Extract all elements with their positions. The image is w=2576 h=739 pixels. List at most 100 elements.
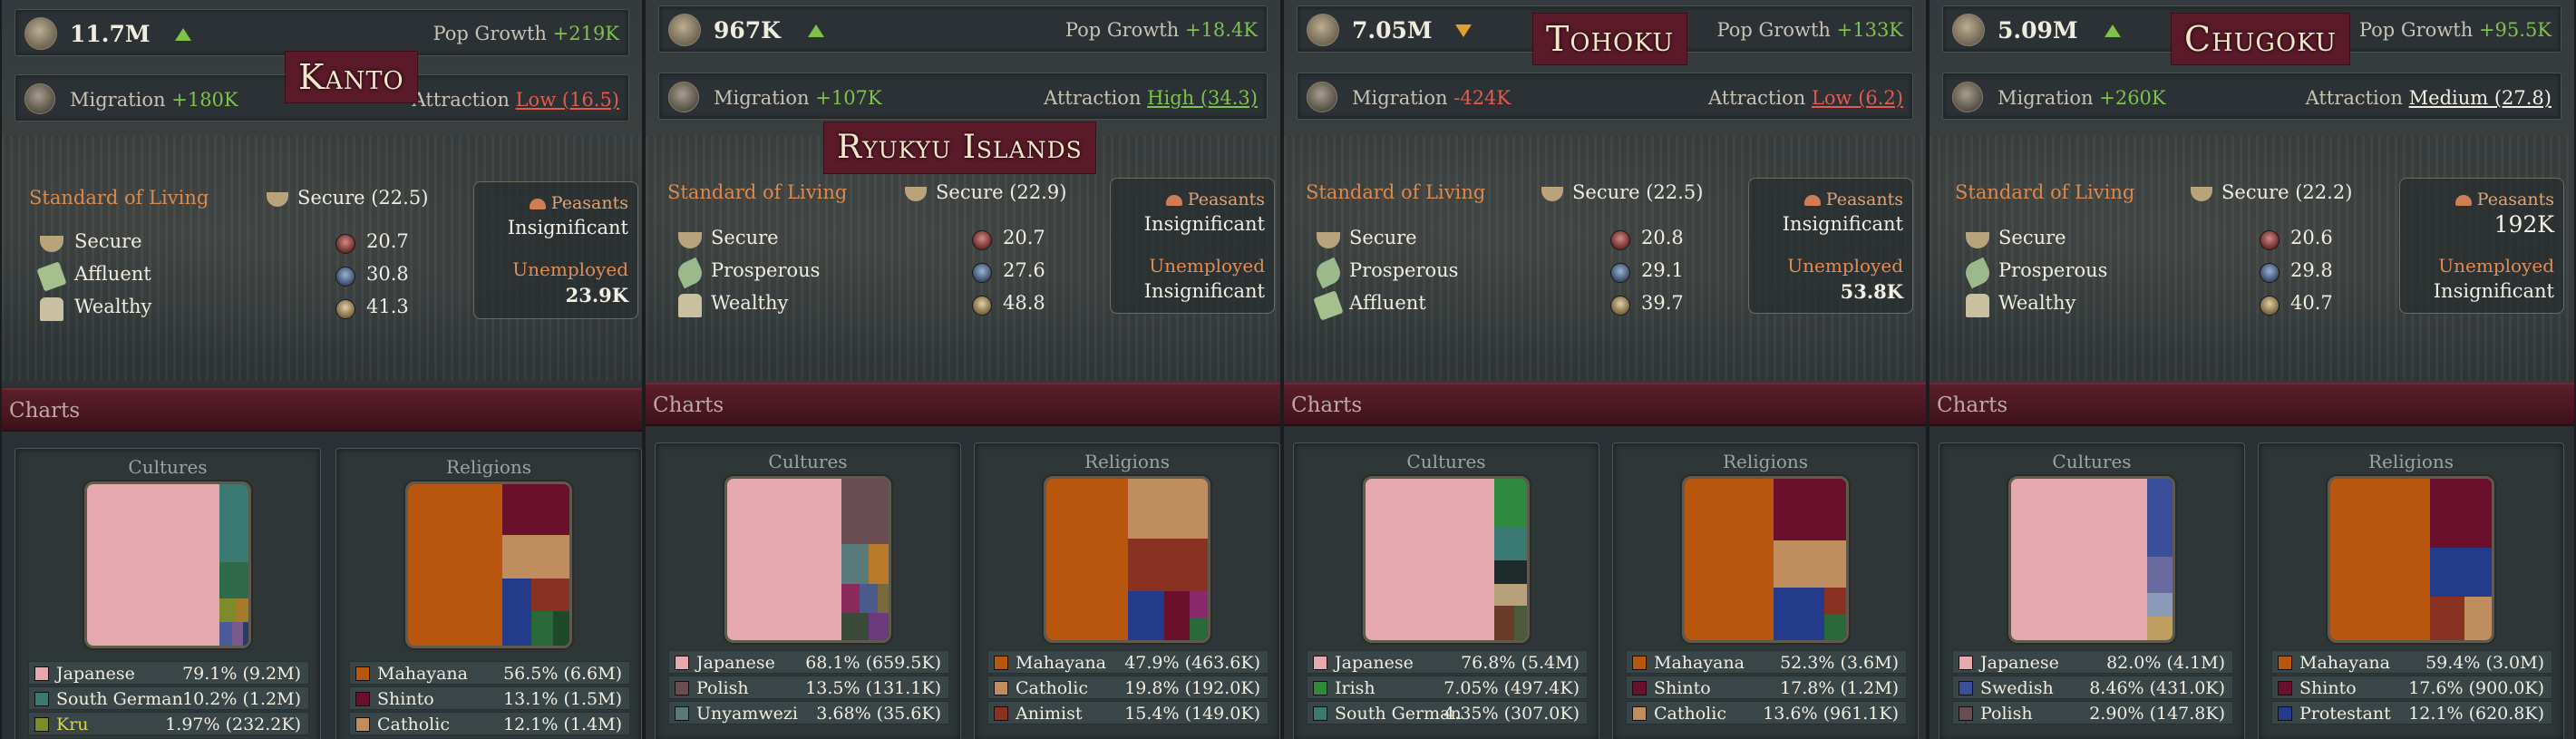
attraction-level-link[interactable]: Medium (27.8) <box>2409 87 2552 109</box>
migration-icon <box>668 82 699 112</box>
population-value: 967K <box>714 17 781 44</box>
religions-chart[interactable]: Religions Mahayana 59.4% (3.0M) Shinto 17.… <box>2258 442 2564 739</box>
religions-chart[interactable]: Religions Mahayana 52.3% (3.6M) Shinto 17.… <box>1612 442 1919 739</box>
attraction-level-link[interactable]: Low (6.2) <box>1812 87 1903 109</box>
attraction[interactable]: Attraction Medium (27.8) <box>2306 87 2552 109</box>
migration-bar: Migration +107K Attraction High (34.3) <box>658 73 1268 120</box>
standard-of-living-value: Secure (22.5) <box>1541 181 1703 203</box>
strata-row-value: 29.1 <box>1641 259 1684 281</box>
cultures-treemap[interactable] <box>1363 476 1530 643</box>
hat-icon <box>972 230 992 250</box>
religion-legend-row[interactable]: Protestant 12.1% (620.8K) <box>2271 701 2552 724</box>
migration-icon <box>1952 82 1983 112</box>
strata-row-name: Secure <box>711 227 779 248</box>
chair-icon <box>1966 294 1989 317</box>
swatch <box>675 656 689 670</box>
peasants-icon <box>1803 195 1821 206</box>
culture-legend-row[interactable]: Polish 2.90% (147.8K) <box>1952 701 2233 724</box>
culture-legend-row[interactable]: Irish 7.05% (497.4K) <box>1307 676 1588 699</box>
state-panel-tohoku: 7.05M Pop Growth +133K Migration -424K A… <box>1282 0 1928 739</box>
swatch <box>1313 706 1327 721</box>
cultures-title: Cultures <box>1406 451 1486 472</box>
religions-treemap[interactable] <box>1682 476 1849 643</box>
culture-legend-row[interactable]: Swedish 8.46% (431.0K) <box>1952 676 2233 699</box>
cup-icon <box>905 186 927 201</box>
pop-growth: Pop Growth +133K <box>1716 19 1904 41</box>
strata-row-value: 20.6 <box>2290 227 2333 248</box>
charts-header: Charts <box>1284 383 1926 426</box>
cultures-treemap[interactable] <box>724 476 891 643</box>
region-name-label: Chugoku <box>2171 13 2351 65</box>
swatch <box>1313 681 1327 695</box>
religion-legend-row[interactable]: Mahayana 59.4% (3.0M) <box>2271 650 2552 674</box>
cultures-treemap[interactable] <box>84 481 251 648</box>
cultures-treemap[interactable] <box>2008 476 2175 643</box>
unemployed-label: Unemployed <box>2438 255 2554 277</box>
strata-row-value: 39.7 <box>1641 292 1684 314</box>
cultures-chart[interactable]: Cultures Japanese 79.1% (9.2M) South Germ… <box>15 448 321 739</box>
religion-legend-row[interactable]: Mahayana 52.3% (3.6M) <box>1626 650 1907 674</box>
swatch <box>994 656 1008 670</box>
migration: Migration +107K <box>714 87 882 109</box>
strata-row-name: Wealthy <box>1998 292 2076 314</box>
religion-legend-row[interactable]: Animist 15.4% (149.0K) <box>987 701 1269 724</box>
employment-box: Peasants Insignificant Unemployed Insign… <box>1110 178 1275 314</box>
strata-row-value: 20.7 <box>366 230 409 252</box>
attraction[interactable]: Attraction Low (16.5) <box>413 89 619 111</box>
strata-row-name: Secure <box>74 230 142 252</box>
religions-title: Religions <box>1084 451 1171 472</box>
culture-legend-row[interactable]: Unyamwezi 3.68% (35.6K) <box>668 701 949 724</box>
religions-chart[interactable]: Religions Mahayana 56.5% (6.6M) Shinto 13.… <box>335 448 642 739</box>
attraction[interactable]: Attraction High (34.3) <box>1044 87 1258 109</box>
religion-legend-row[interactable]: Mahayana 47.9% (463.6K) <box>987 650 1269 674</box>
hat-icon <box>2260 296 2280 316</box>
religions-chart[interactable]: Religions Mahayana 47.9% (463.6K) Catholi… <box>974 442 1280 739</box>
religion-legend-row[interactable]: Shinto 13.1% (1.5M) <box>349 686 630 710</box>
attraction-level-link[interactable]: Low (16.5) <box>516 89 619 111</box>
religions-treemap[interactable] <box>1044 476 1210 643</box>
attraction[interactable]: Attraction Low (6.2) <box>1708 87 1903 109</box>
culture-legend-row[interactable]: Japanese 79.1% (9.2M) <box>28 661 309 685</box>
cultures-chart[interactable]: Cultures Japanese 82.0% (4.1M) Swedish 8.4… <box>1939 442 2245 739</box>
culture-legend-row[interactable]: Polish 13.5% (131.1K) <box>668 676 949 699</box>
religion-legend-row[interactable]: Catholic 12.1% (1.4M) <box>349 712 630 735</box>
culture-legend-row[interactable]: Japanese 68.1% (659.5K) <box>668 650 949 674</box>
peasants-label: Peasants <box>529 193 628 213</box>
swatch <box>355 692 370 706</box>
swatch <box>1959 681 1973 695</box>
employment-box: Peasants Insignificant Unemployed 23.9K <box>473 181 638 319</box>
migration-bar: Migration -424K Attraction Low (6.2) <box>1297 73 1913 120</box>
culture-legend-row[interactable]: Japanese 82.0% (4.1M) <box>1952 650 2233 674</box>
hat-icon <box>2260 230 2280 250</box>
culture-legend-row[interactable]: Japanese 76.8% (5.4M) <box>1307 650 1588 674</box>
culture-legend-row[interactable]: South German 4.35% (307.0K) <box>1307 701 1588 724</box>
swatch <box>34 692 49 706</box>
swatch <box>34 717 49 732</box>
religion-legend-row[interactable]: Catholic 13.6% (961.1K) <box>1626 701 1907 724</box>
strata-row-value: 29.8 <box>2290 259 2333 281</box>
standard-of-living-label[interactable]: Standard of Living <box>29 187 209 209</box>
strata-row-value: 48.8 <box>1003 292 1045 314</box>
cultures-chart[interactable]: Cultures Japanese 76.8% (5.4M) Irish 7.05%… <box>1293 442 1599 739</box>
standard-of-living-label[interactable]: Standard of Living <box>1955 181 2134 203</box>
culture-legend-row[interactable]: Kru 1.97% (232.2K) <box>28 712 309 735</box>
migration-bar: Migration +260K Attraction Medium (27.8) <box>1942 73 2561 120</box>
religion-legend-row[interactable]: Shinto 17.6% (900.0K) <box>2271 676 2552 699</box>
religions-treemap[interactable] <box>405 481 572 648</box>
attraction-level-link[interactable]: High (34.3) <box>1147 87 1258 109</box>
peasants-label: Peasants <box>1803 190 1903 209</box>
population-icon <box>1307 14 1339 46</box>
peasants-icon <box>529 199 546 209</box>
religion-legend-row[interactable]: Shinto 17.8% (1.2M) <box>1626 676 1907 699</box>
religion-legend-row[interactable]: Catholic 19.8% (192.0K) <box>987 676 1269 699</box>
swatch <box>2278 706 2292 721</box>
religion-legend-row[interactable]: Mahayana 56.5% (6.6M) <box>349 661 630 685</box>
peasants-icon <box>2454 195 2472 206</box>
swatch <box>675 706 689 721</box>
religions-title: Religions <box>445 456 532 478</box>
cultures-chart[interactable]: Cultures Japanese 68.1% (659.5K) Polish 13… <box>655 442 961 739</box>
religions-treemap[interactable] <box>2328 476 2494 643</box>
culture-legend-row[interactable]: South German 10.2% (1.2M) <box>28 686 309 710</box>
standard-of-living-label[interactable]: Standard of Living <box>667 181 847 203</box>
standard-of-living-label[interactable]: Standard of Living <box>1306 181 1485 203</box>
